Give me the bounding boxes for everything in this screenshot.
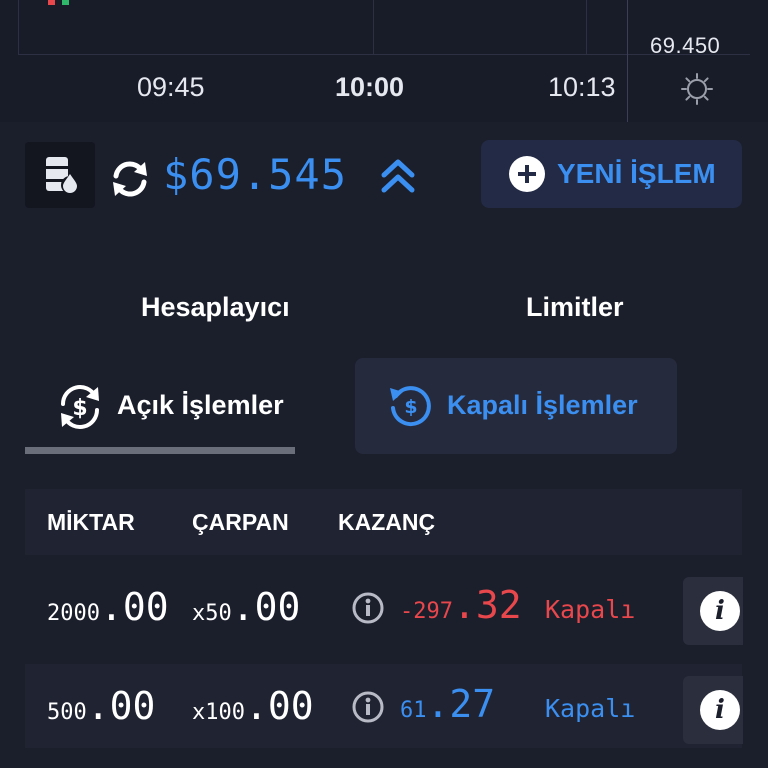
asset-selector[interactable]	[25, 142, 95, 208]
table-header: MİKTAR ÇARPAN KAZANÇ	[25, 489, 742, 555]
info-icon[interactable]	[352, 592, 384, 624]
refresh-icon[interactable]	[107, 156, 153, 202]
settings-icon[interactable]	[680, 72, 714, 106]
time-axis-label: 10:13	[548, 72, 616, 102]
chart-candle	[48, 0, 55, 5]
grid-line	[18, 54, 750, 55]
grid-line	[586, 0, 587, 54]
chart-area[interactable]: 69.450 09:45 10:00 10:13	[0, 0, 768, 122]
closed-trades-icon: $	[390, 386, 431, 427]
table-row[interactable]: 2000.00 x50.00 -297.32 Kapalı i	[25, 565, 743, 649]
info-icon[interactable]	[352, 691, 384, 723]
chart-candle	[62, 0, 69, 5]
tab-limits[interactable]: Limitler	[526, 292, 624, 323]
tab-closed-trades[interactable]: $ Kapalı İşlemler	[355, 358, 677, 454]
profit-value: 61.27	[400, 682, 496, 726]
crosshair-line	[627, 0, 628, 122]
multiplier-value: x100.00	[192, 684, 314, 728]
amount-value: 500.00	[47, 684, 156, 728]
closed-trades-label: Kapalı İşlemler	[447, 390, 638, 420]
double-chevron-up-icon	[381, 159, 415, 193]
open-trades-label: Açık İşlemler	[117, 390, 284, 420]
column-header-amount: MİKTAR	[47, 509, 135, 535]
profit-value: -297.32	[400, 583, 522, 627]
status-label: Kapalı	[545, 694, 636, 723]
column-header-profit: KAZANÇ	[338, 509, 436, 535]
details-button[interactable]: i	[683, 676, 743, 744]
info-icon: i	[700, 690, 740, 730]
grid-line	[373, 0, 374, 54]
grid-line	[18, 0, 19, 54]
time-axis-label: 09:45	[137, 72, 205, 102]
tab-open-trades[interactable]: $ Açık İşlemler	[25, 358, 295, 454]
active-tab-indicator	[25, 447, 295, 454]
asset-price: $69.545	[163, 150, 348, 199]
time-axis-label: 10:00	[335, 72, 405, 102]
table-row[interactable]: 500.00 x100.00 61.27 Kapalı i	[25, 664, 743, 748]
info-icon: i	[700, 591, 740, 631]
new-trade-label: YENİ İŞLEM	[557, 158, 716, 189]
multiplier-value: x50.00	[192, 585, 301, 629]
tab-calculator[interactable]: Hesaplayıcı	[141, 292, 290, 323]
asset-row: $69.545 YENİ İŞLEM	[0, 122, 768, 232]
plus-icon	[509, 156, 545, 192]
oil-barrel-icon	[46, 157, 79, 194]
svg-text:$: $	[72, 396, 87, 421]
details-button[interactable]: i	[683, 577, 743, 645]
svg-text:$: $	[404, 396, 417, 418]
status-label: Kapalı	[545, 595, 636, 624]
column-header-multiplier: ÇARPAN	[192, 509, 289, 535]
new-trade-button[interactable]: YENİ İŞLEM	[481, 140, 742, 208]
amount-value: 2000.00	[47, 585, 169, 629]
open-trades-icon: $	[61, 385, 99, 429]
price-axis-label: 69.450	[650, 33, 721, 58]
